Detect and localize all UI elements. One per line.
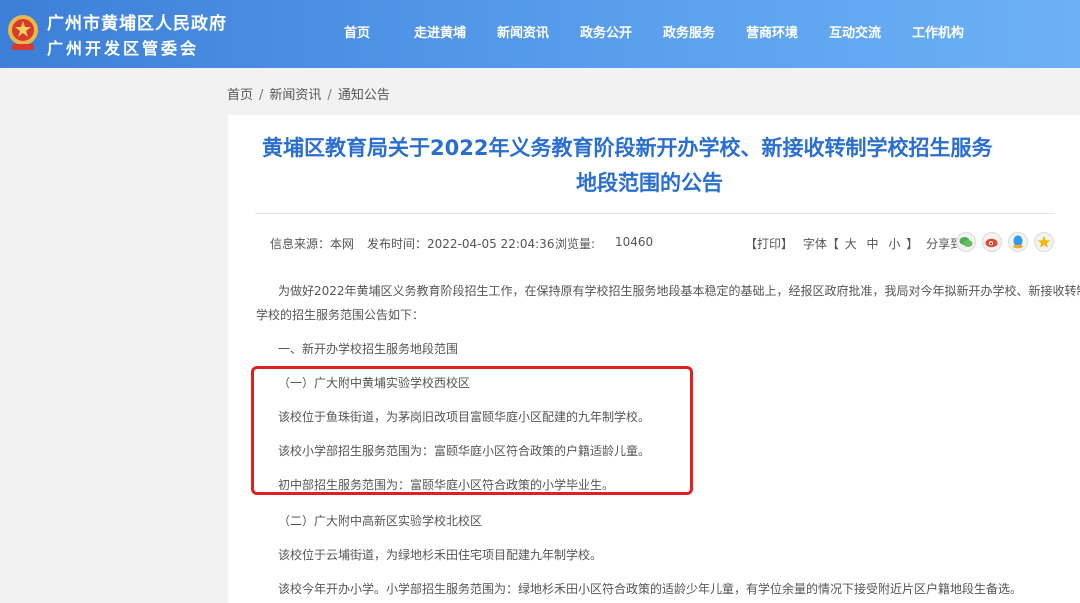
national-emblem-icon[interactable]: [6, 12, 40, 54]
nav-item-home[interactable]: 首页: [344, 22, 370, 41]
nav-item-interaction[interactable]: 互动交流: [829, 22, 881, 41]
font-size-bracket: 】: [906, 237, 919, 251]
subsection-heading: （二）广大附中高新区实验学校北校区: [278, 514, 483, 528]
article-paragraph: 学校的招生服务范围公告如下：: [256, 308, 425, 322]
font-size-label: 字体【: [802, 237, 839, 251]
print-button[interactable]: 【打印】: [745, 237, 793, 251]
nav-item-business[interactable]: 营商环境: [746, 22, 798, 41]
highlight-box: [251, 366, 693, 495]
article-paragraph: 该校位于云埔街道，为绿地杉禾田住宅项目配建九年制学校。: [278, 548, 603, 562]
views-label: 浏览量:: [555, 237, 596, 251]
views-count: 10460: [615, 235, 654, 249]
nav-item-news[interactable]: 新闻资讯: [497, 22, 549, 41]
breadcrumb-home[interactable]: 首页: [227, 88, 253, 103]
font-medium-button[interactable]: 中: [867, 237, 879, 251]
nav-item-gov-open[interactable]: 政务公开: [580, 22, 632, 41]
article-title-line2: 地段范围的公告: [576, 171, 723, 195]
nav-item-gov-service[interactable]: 政务服务: [663, 22, 715, 41]
font-small-button[interactable]: 小: [888, 237, 900, 251]
qzone-icon[interactable]: [1034, 232, 1054, 252]
qq-icon[interactable]: [1008, 232, 1028, 252]
breadcrumb-separator: /: [327, 88, 332, 103]
breadcrumb-news[interactable]: 新闻资讯: [269, 88, 321, 103]
breadcrumb: 首页 / 新闻资讯 / 通知公告: [227, 84, 390, 103]
nav-item-about[interactable]: 走进黄埔: [414, 22, 466, 41]
article-tools: 【打印】 字体【 大 中 小 】 分享到:: [745, 235, 966, 252]
org-name[interactable]: 广州市黄埔区人民政府: [47, 9, 227, 34]
info-source: 信息来源：本网: [270, 237, 355, 251]
publish-time: 发布时间：2022-04-05 22:04:36: [367, 237, 555, 251]
breadcrumb-notices[interactable]: 通知公告: [338, 88, 390, 103]
nav-item-agencies[interactable]: 工作机构: [912, 22, 964, 41]
org-subtitle: 广州开发区管委会: [47, 39, 200, 58]
site-header: 广州市黄埔区人民政府 广州开发区管委会 首页 走进黄埔 新闻资讯 政务公开 政务…: [0, 0, 1080, 68]
breadcrumb-separator: /: [259, 88, 264, 103]
font-large-button[interactable]: 大: [845, 237, 857, 251]
section-heading: 一、新开办学校招生服务地段范围: [278, 342, 459, 356]
article-title-line1: 黄埔区教育局关于2022年义务教育阶段新开办学校、新接收转制学校招生服务: [262, 136, 993, 160]
weibo-icon[interactable]: [982, 232, 1002, 252]
title-divider: [255, 213, 1055, 214]
article-paragraph: 该校今年开办小学。小学部招生服务范围为：绿地杉禾田小区符合政策的适龄少年儿童，有…: [278, 582, 1023, 596]
article-paragraph: 为做好2022年黄埔区义务教育阶段招生工作，在保持原有学校招生服务地段基本稳定的…: [278, 284, 1080, 298]
wechat-icon[interactable]: [956, 232, 976, 252]
